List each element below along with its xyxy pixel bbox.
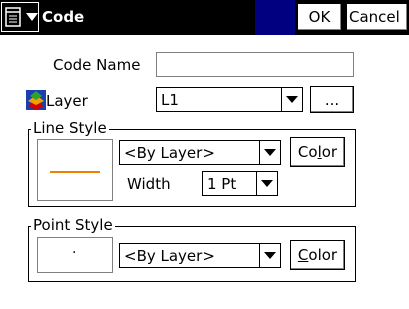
dropdown-arrow-icon: [256, 172, 277, 195]
point-color-label-accel: C: [297, 246, 309, 264]
point-style-value: <By Layer>: [124, 246, 215, 265]
line-style-dropdown[interactable]: <By Layer>: [119, 140, 281, 165]
code-name-label: Code Name: [53, 56, 141, 74]
line-style-group-label: Line Style: [31, 119, 109, 137]
point-style-group-label: Point Style: [31, 216, 115, 234]
line-style-value: <By Layer>: [124, 143, 215, 162]
width-label: Width: [127, 175, 171, 193]
chevron-down-icon: [25, 13, 38, 21]
ok-button[interactable]: OK: [296, 2, 343, 32]
line-color-label-pre: Co: [297, 143, 318, 161]
point-preview-symbol: ·: [72, 245, 77, 261]
line-color-label-post: or: [321, 143, 338, 161]
layer-label: Layer: [46, 92, 88, 110]
point-color-button[interactable]: Color: [290, 240, 345, 270]
dropdown-arrow-icon: [281, 88, 302, 111]
layer-icon: [26, 90, 46, 110]
dropdown-arrow-icon: [259, 141, 280, 164]
dropdown-arrow-icon: [259, 244, 280, 267]
code-name-input[interactable]: [156, 52, 354, 77]
line-color-button[interactable]: Co l or: [290, 137, 345, 167]
layer-browse-button[interactable]: ...: [310, 86, 354, 113]
window-title: Code: [42, 8, 85, 26]
title-accent-block: [255, 0, 295, 35]
start-menu-icon: [4, 7, 21, 27]
cancel-button[interactable]: Cancel: [345, 2, 409, 32]
point-color-label-post: olor: [308, 246, 338, 264]
width-value: 1 Pt: [207, 174, 237, 193]
layer-dropdown[interactable]: L1: [156, 87, 303, 112]
layer-value: L1: [161, 90, 179, 109]
start-menu-button[interactable]: [1, 2, 39, 32]
point-preview: ·: [37, 237, 113, 273]
line-preview-stroke: [50, 171, 100, 173]
width-dropdown[interactable]: 1 Pt: [202, 171, 278, 196]
line-preview: [37, 139, 113, 201]
title-bar: Code OK Cancel: [0, 0, 409, 35]
point-style-dropdown[interactable]: <By Layer>: [119, 243, 281, 268]
